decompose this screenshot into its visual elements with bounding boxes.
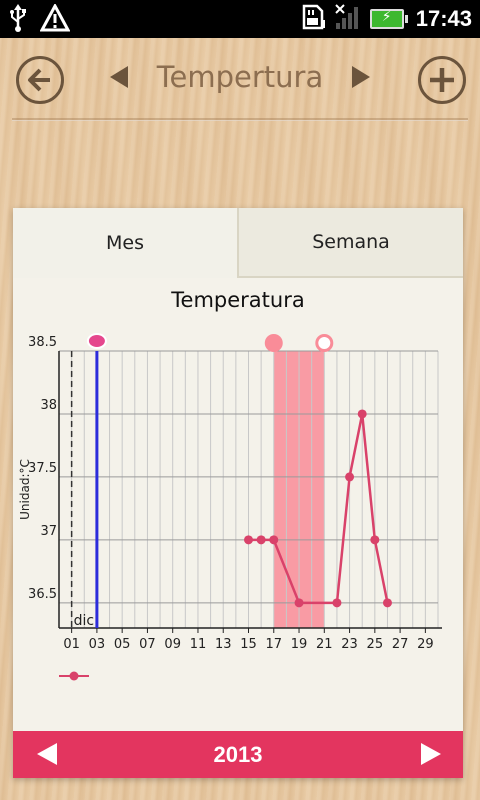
y-axis-label: Unidad:°C: [18, 459, 32, 520]
data-point[interactable]: [294, 598, 304, 608]
data-point[interactable]: [357, 409, 367, 419]
back-arrow-icon: [28, 68, 50, 92]
data-point[interactable]: [269, 535, 279, 545]
plus-icon: [430, 68, 454, 92]
x-tick-label: 27: [392, 637, 409, 652]
x-tick-label: 25: [367, 637, 384, 652]
x-tick-label: 15: [240, 637, 257, 652]
usb-icon: [8, 4, 28, 36]
app-header: Tempertura: [0, 38, 480, 123]
x-tick-label: 29: [417, 637, 434, 652]
data-point[interactable]: [345, 472, 355, 482]
y-tick-label: 38.5: [28, 335, 57, 350]
page-title: Tempertura: [156, 60, 324, 94]
x-tick-label: 05: [114, 637, 131, 652]
y-tick-label: 37.5: [28, 461, 57, 476]
legend-marker: [69, 671, 79, 681]
next-chart-button[interactable]: [350, 64, 372, 97]
chart-card: Mes Semana Temperatura 36.5 37 37.5 38 38.5 0…: [13, 208, 463, 778]
warning-icon: [39, 2, 71, 36]
data-point[interactable]: [370, 535, 380, 545]
x-tick-label: 11: [190, 637, 207, 652]
x-tick-label: 17: [265, 637, 282, 652]
month-label: dic: [74, 613, 94, 629]
data-point[interactable]: [244, 535, 253, 545]
fertile-start-marker[interactable]: [264, 334, 283, 352]
y-tick-label: 37: [40, 524, 57, 539]
prev-year-button[interactable]: [37, 743, 57, 765]
x-tick-label: 09: [164, 637, 181, 652]
battery-charging-icon: ⚡: [369, 9, 408, 29]
period-pill-marker[interactable]: [86, 333, 107, 349]
fertile-end-marker[interactable]: [315, 334, 334, 352]
y-tick-label: 38: [40, 398, 57, 413]
signal-icon: [334, 3, 362, 35]
back-button[interactable]: [16, 56, 64, 104]
triangle-right-icon: [352, 66, 370, 88]
x-tick-label: 07: [139, 637, 156, 652]
clock: 17:43: [415, 6, 472, 31]
triangle-left-icon: [110, 66, 128, 88]
year-bar: 2013: [13, 731, 463, 778]
sd-card-icon: [302, 4, 326, 34]
temperature-chart[interactable]: 36.5 37 37.5 38 38.5 01 03 05 07 09 11 13 15 17 19 21 23…: [13, 208, 463, 708]
data-point[interactable]: [256, 535, 266, 545]
year-label: 2013: [213, 741, 263, 767]
x-tick-label: 01: [63, 637, 80, 652]
y-tick-label: 36.5: [28, 587, 57, 602]
data-point[interactable]: [332, 598, 342, 608]
data-point[interactable]: [382, 598, 392, 608]
x-tick-label: 23: [341, 637, 358, 652]
x-tick-label: 03: [89, 637, 106, 652]
header-divider: [12, 118, 468, 121]
status-bar: ⚡ 17:43: [0, 0, 480, 38]
add-button[interactable]: [418, 56, 466, 104]
x-tick-label: 19: [291, 637, 308, 652]
x-tick-label: 13: [215, 637, 232, 652]
next-year-button[interactable]: [421, 743, 441, 765]
prev-chart-button[interactable]: [108, 64, 130, 97]
x-tick-label: 21: [316, 637, 333, 652]
